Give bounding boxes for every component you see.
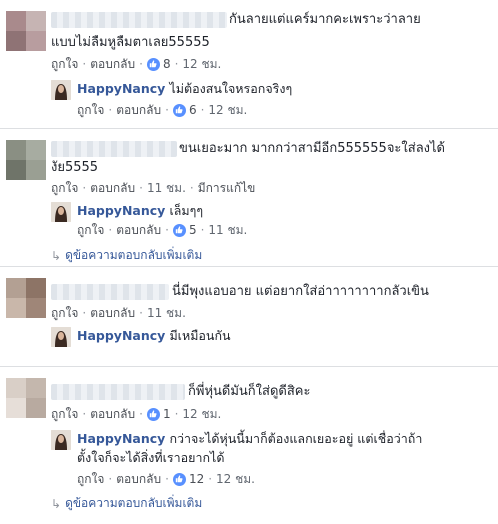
reply-content: HappyNancy กว่าจะได้หุ่นนี้มาก็ต้องแลกเย…: [77, 430, 422, 449]
reply-avatar[interactable]: [51, 202, 71, 222]
reply-content: HappyNancy เล็มๆๆ: [77, 202, 203, 221]
reply-link[interactable]: ตอบกลับ: [90, 180, 135, 196]
like-count[interactable]: 6: [172, 102, 197, 118]
edited-label[interactable]: มีการแก้ไข: [198, 180, 256, 196]
reply-text-line2: ตั้งใจก็จะได้สิ่งที่เราอยากได้: [77, 450, 225, 465]
timestamp[interactable]: 12 ชม.: [182, 406, 221, 422]
reply-link[interactable]: ตอบกลับ: [116, 102, 161, 118]
reply-link[interactable]: ตอบกลับ: [90, 56, 135, 72]
reply-author-name[interactable]: HappyNancy: [77, 81, 165, 96]
commenter-avatar[interactable]: [6, 278, 46, 318]
thumbs-up-icon: [172, 472, 186, 486]
reply-link[interactable]: ตอบกลับ: [116, 222, 161, 238]
like-count[interactable]: 12: [172, 471, 204, 487]
reply-avatar[interactable]: [51, 430, 71, 450]
reply-actions: ถูกใจ · ตอบกลับ · 6 · 12 ชม.: [77, 102, 248, 118]
reply-actions: ถูกใจ · ตอบกลับ · 5 · 11 ชม.: [77, 222, 248, 238]
reply-link[interactable]: ตอบกลับ: [90, 305, 135, 321]
reply-avatar[interactable]: [51, 327, 71, 347]
reply-author-name[interactable]: HappyNancy: [77, 203, 165, 218]
thumbs-up-icon: [172, 103, 186, 117]
comment-text-line2: แบบไม่ลืมหูลืมตาเลย55555: [51, 35, 210, 50]
like-link[interactable]: ถูกใจ: [77, 471, 104, 487]
timestamp[interactable]: 11 ชม.: [147, 305, 186, 321]
commenter-name-redacted[interactable]: [51, 141, 177, 157]
commenter-name-redacted[interactable]: [51, 12, 227, 28]
more-replies-label[interactable]: ดูข้อความตอบกลับเพิ่มเติม: [65, 246, 202, 265]
commenter-avatar[interactable]: [6, 11, 46, 51]
reply-author-name[interactable]: HappyNancy: [77, 328, 165, 343]
reply-arrow-icon: ↳: [51, 248, 62, 263]
comment-thread-4: ก็พี่หุ่นดีมันก็ใส่ดูดีสิคะ ถูกใจ · ตอบก…: [0, 366, 498, 524]
comment-actions: ถูกใจ · ตอบกลับ · 1 · 12 ชม.: [51, 406, 222, 422]
reply-link[interactable]: ตอบกลับ: [90, 406, 135, 422]
reply-text: กว่าจะได้หุ่นนี้มาก็ต้องแลกเยอะอยู่ แต่เ…: [169, 431, 423, 446]
reply-link[interactable]: ตอบกลับ: [116, 471, 161, 487]
timestamp[interactable]: 12 ชม.: [182, 56, 221, 72]
like-count[interactable]: 5: [172, 222, 197, 238]
view-more-replies[interactable]: ↳ ดูข้อความตอบกลับเพิ่มเติม: [51, 494, 202, 513]
reply-actions: ถูกใจ · ตอบกลับ · 12 · 12 ชม.: [77, 471, 255, 487]
commenter-name-redacted[interactable]: [51, 384, 185, 400]
timestamp[interactable]: 12 ชม.: [216, 471, 255, 487]
timestamp[interactable]: 11 ชม.: [147, 180, 186, 196]
comment-actions: ถูกใจ · ตอบกลับ · 8 · 12 ชม.: [51, 56, 222, 72]
thumbs-up-icon: [172, 223, 186, 237]
reply-text: เล็มๆๆ: [169, 203, 204, 218]
like-link[interactable]: ถูกใจ: [51, 406, 78, 422]
comment-actions: ถูกใจ · ตอบกลับ · 11 ชม.: [51, 305, 186, 321]
reply-text: มีเหมือนกัน: [169, 328, 231, 343]
more-replies-label[interactable]: ดูข้อความตอบกลับเพิ่มเติม: [65, 494, 202, 513]
comment-thread-2: ขนเยอะมาก มากกว่าสามีอีก555555จะใส่ลงได้…: [0, 128, 498, 267]
commenter-avatar[interactable]: [6, 378, 46, 418]
timestamp[interactable]: 11 ชม.: [208, 222, 247, 238]
comment-thread-3: นี่มีพุงแอบอาย แต่อยากใส่อ่าาาาาาาากลัวเ…: [0, 266, 498, 367]
view-more-replies[interactable]: ↳ ดูข้อความตอบกลับเพิ่มเติม: [51, 246, 202, 265]
comment-text: ขนเยอะมาก มากกว่าสามีอีก555555จะใส่ลงได้: [179, 141, 445, 156]
comment-text: กันลายแต่แคร์มากคะเพราะว่าลาย: [229, 12, 421, 27]
commenter-name-redacted[interactable]: [51, 284, 169, 300]
reply-text: ไม่ต้องสนใจหรอกจริงๆ: [169, 81, 293, 96]
commenter-avatar[interactable]: [6, 140, 46, 180]
comment-text-line2: งัย5555: [51, 160, 99, 175]
thumbs-up-icon: [146, 407, 160, 421]
reply-author-name[interactable]: HappyNancy: [77, 431, 165, 446]
like-link[interactable]: ถูกใจ: [51, 56, 78, 72]
timestamp[interactable]: 12 ชม.: [208, 102, 247, 118]
like-link[interactable]: ถูกใจ: [77, 102, 104, 118]
like-link[interactable]: ถูกใจ: [77, 222, 104, 238]
thumbs-up-icon: [146, 57, 160, 71]
like-count[interactable]: 8: [146, 56, 171, 72]
comment-actions: ถูกใจ · ตอบกลับ · 11 ชม. · มีการแก้ไข: [51, 180, 256, 196]
reply-arrow-icon: ↳: [51, 496, 62, 511]
like-link[interactable]: ถูกใจ: [51, 180, 78, 196]
like-link[interactable]: ถูกใจ: [51, 305, 78, 321]
reply-avatar[interactable]: [51, 80, 71, 100]
comment-text: ก็พี่หุ่นดีมันก็ใส่ดูดีสิคะ: [188, 384, 311, 399]
comment-thread-1: กันลายแต่แคร์มากคะเพราะว่าลาย แบบไม่ลืมห…: [0, 0, 498, 128]
reply-content: HappyNancy ไม่ต้องสนใจหรอกจริงๆ: [77, 80, 292, 99]
like-count[interactable]: 1: [146, 406, 171, 422]
comment-text: นี่มีพุงแอบอาย แต่อยากใส่อ่าาาาาาาากลัวเ…: [172, 284, 429, 299]
reply-content: HappyNancy มีเหมือนกัน: [77, 327, 231, 346]
